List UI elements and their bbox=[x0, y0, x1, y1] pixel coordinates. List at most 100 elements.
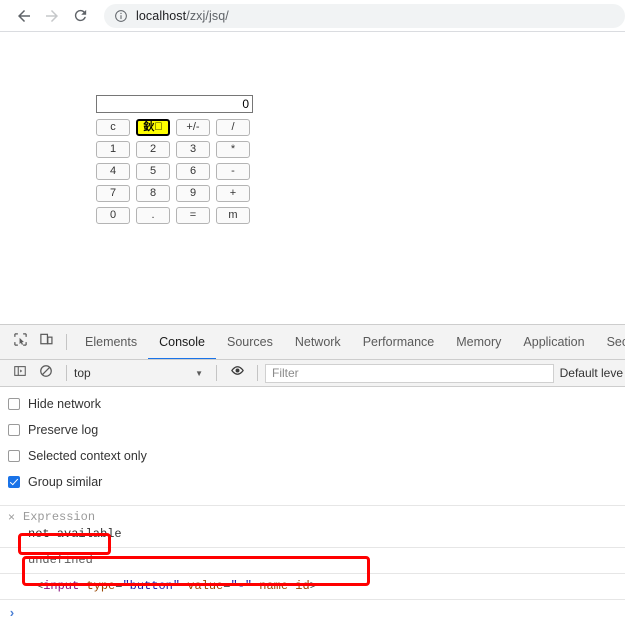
console-setting-row[interactable]: Hide network bbox=[0, 395, 625, 413]
back-button[interactable] bbox=[10, 2, 38, 30]
clear-console-icon bbox=[39, 364, 53, 383]
live-expression-button[interactable] bbox=[224, 360, 250, 386]
inspect-element-icon bbox=[13, 332, 28, 352]
calculator-row bbox=[96, 141, 253, 158]
reload-button[interactable] bbox=[66, 2, 94, 30]
console-setting-label: Group similar bbox=[28, 475, 103, 489]
calc-button-6[interactable] bbox=[176, 163, 210, 180]
devtools-tab-memory[interactable]: Memory bbox=[445, 325, 512, 359]
calc-button-7[interactable] bbox=[96, 185, 130, 202]
live-expression-value: not available bbox=[28, 527, 122, 541]
calc-button-m[interactable] bbox=[216, 207, 250, 224]
calc-button-4[interactable] bbox=[96, 163, 130, 180]
url-path: /zxj/jsq/ bbox=[186, 8, 229, 23]
console-toolbar-divider-2 bbox=[216, 365, 217, 381]
calc-button-plus[interactable] bbox=[216, 185, 250, 202]
console-message-html[interactable]: <input type="button" value="-" name id> bbox=[0, 573, 625, 599]
checkbox-group-similar[interactable] bbox=[8, 476, 20, 488]
calculator-row bbox=[96, 119, 253, 136]
address-bar[interactable]: localhost/zxj/jsq/ bbox=[104, 3, 625, 28]
console-toolbar-divider-1 bbox=[66, 365, 67, 381]
devtools-tab-secu[interactable]: Secu bbox=[596, 325, 625, 359]
inspect-element-button[interactable] bbox=[7, 329, 33, 355]
calc-button-multiply[interactable] bbox=[216, 141, 250, 158]
calc-button-3[interactable] bbox=[176, 141, 210, 158]
calculator-display[interactable] bbox=[96, 95, 253, 113]
reload-icon bbox=[72, 7, 89, 24]
calc-button-sign[interactable] bbox=[176, 119, 210, 136]
calc-button-2[interactable] bbox=[136, 141, 170, 158]
url-host: localhost bbox=[136, 8, 187, 23]
info-circle-icon[interactable] bbox=[114, 9, 128, 23]
calculator-row bbox=[96, 185, 253, 202]
console-message-undefined[interactable]: undefined bbox=[0, 547, 625, 573]
console-toolbar: top ▼ Default leve bbox=[0, 360, 625, 387]
devtools-tab-console[interactable]: Console bbox=[148, 325, 216, 359]
calc-button-minus[interactable] bbox=[216, 163, 250, 180]
console-setting-label: Preserve log bbox=[28, 423, 99, 437]
clear-console-button[interactable] bbox=[33, 360, 59, 386]
console-sidebar-icon bbox=[13, 364, 27, 383]
devtools-tab-application[interactable]: Application bbox=[512, 325, 595, 359]
console-log-level-selector[interactable]: Default leve bbox=[560, 366, 625, 380]
checkbox-hide-network[interactable] bbox=[8, 398, 20, 410]
devtools-panel: Elements Console Sources Network Performance… bbox=[0, 324, 625, 628]
calculator-keypad bbox=[96, 119, 253, 224]
console-message-expression[interactable]: × Expression not available bbox=[0, 505, 625, 547]
device-toolbar-button[interactable] bbox=[33, 329, 59, 355]
devtools-tab-elements[interactable]: Elements bbox=[74, 325, 148, 359]
page-viewport bbox=[0, 32, 625, 324]
calc-button-divide[interactable] bbox=[216, 119, 250, 136]
chevron-down-icon: ▼ bbox=[195, 368, 203, 378]
snippet-attr-name-name: name bbox=[252, 579, 289, 593]
checkbox-selected-context-only[interactable] bbox=[8, 450, 20, 462]
snippet-attr-id-name: id bbox=[288, 579, 310, 593]
calc-button-5[interactable] bbox=[136, 163, 170, 180]
close-icon[interactable]: × bbox=[8, 509, 15, 526]
snippet-attr-type-name: type bbox=[79, 579, 116, 593]
device-toolbar-icon bbox=[39, 332, 54, 352]
checkbox-preserve-log[interactable] bbox=[8, 424, 20, 436]
console-setting-row[interactable]: Selected context only bbox=[0, 447, 625, 465]
snippet-tag-name: input bbox=[43, 579, 80, 593]
undefined-result-text: undefined bbox=[28, 553, 93, 567]
calc-button-1[interactable] bbox=[96, 141, 130, 158]
browser-toolbar: localhost/zxj/jsq/ bbox=[0, 0, 625, 31]
calc-button-equals[interactable] bbox=[176, 207, 210, 224]
devtools-tab-network[interactable]: Network bbox=[284, 325, 352, 359]
live-expression-label: Expression bbox=[23, 510, 96, 524]
devtools-tab-list: Elements Console Sources Network Performance… bbox=[74, 325, 625, 359]
calculator-row bbox=[96, 163, 253, 180]
prompt-caret-icon: › bbox=[8, 606, 16, 621]
url-text: localhost/zxj/jsq/ bbox=[136, 9, 229, 23]
forward-button[interactable] bbox=[38, 2, 66, 30]
html-snippet-text: <input type="button" value="-" name id> bbox=[0, 577, 625, 595]
arrow-left-icon bbox=[15, 7, 33, 25]
calc-button-clear[interactable] bbox=[96, 119, 130, 136]
console-setting-label: Selected context only bbox=[28, 449, 147, 463]
console-setting-label: Hide network bbox=[28, 397, 101, 411]
calc-button-mojibake[interactable] bbox=[136, 119, 170, 136]
calc-button-0[interactable] bbox=[96, 207, 130, 224]
console-context-selector[interactable]: top ▼ bbox=[74, 366, 209, 380]
snippet-attr-value-name: value bbox=[180, 579, 224, 593]
calc-button-dot[interactable] bbox=[136, 207, 170, 224]
console-settings-panel: Hide network Preserve log Selected context… bbox=[0, 387, 625, 505]
arrow-right-icon bbox=[43, 7, 61, 25]
tabbar-divider bbox=[66, 334, 67, 350]
console-setting-row[interactable]: Group similar bbox=[0, 473, 625, 491]
calc-button-8[interactable] bbox=[136, 185, 170, 202]
console-sidebar-button[interactable] bbox=[7, 360, 33, 386]
console-message-list: × Expression not available undefined <in… bbox=[0, 505, 625, 628]
live-expression-row: × Expression bbox=[0, 509, 625, 526]
snippet-close-bracket: > bbox=[309, 579, 317, 593]
console-setting-row[interactable]: Preserve log bbox=[0, 421, 625, 439]
devtools-tabbar: Elements Console Sources Network Performance… bbox=[0, 325, 625, 360]
snippet-attr-type-value: "button" bbox=[122, 579, 181, 593]
live-expression-icon bbox=[230, 363, 245, 383]
calc-button-9[interactable] bbox=[176, 185, 210, 202]
devtools-tab-sources[interactable]: Sources bbox=[216, 325, 284, 359]
console-toolbar-divider-3 bbox=[257, 365, 258, 381]
devtools-tab-performance[interactable]: Performance bbox=[352, 325, 446, 359]
console-filter-input[interactable] bbox=[265, 363, 554, 383]
